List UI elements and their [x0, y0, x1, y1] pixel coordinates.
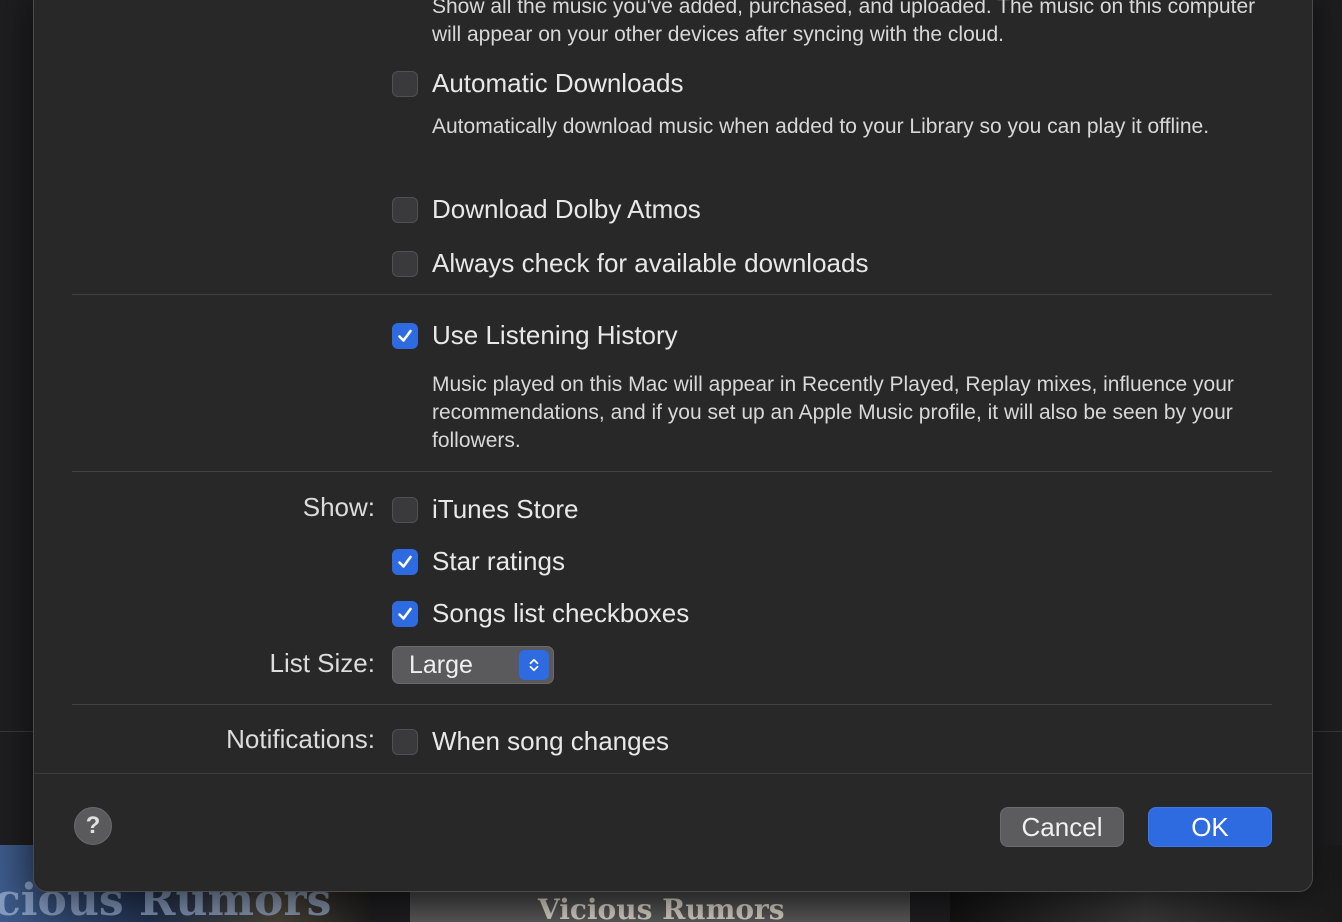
list-size-popup[interactable]: Large [392, 646, 554, 684]
dolby-atmos-checkbox[interactable] [392, 196, 418, 223]
automatic-downloads-option[interactable]: Automatic Downloads [392, 68, 683, 99]
footer-divider [34, 773, 1312, 774]
check-downloads-option[interactable]: Always check for available downloads [392, 248, 868, 279]
songs-checkboxes-label[interactable]: Songs list checkboxes [432, 598, 689, 629]
star-ratings-checkbox[interactable] [392, 548, 418, 575]
song-changes-label[interactable]: When song changes [432, 726, 669, 757]
question-mark-icon: ? [85, 812, 101, 839]
song-changes-option[interactable]: When song changes [392, 726, 669, 757]
dolby-atmos-label[interactable]: Download Dolby Atmos [432, 194, 701, 225]
sync-library-description: Show all the music you've added, purchas… [432, 0, 1256, 46]
itunes-store-checkbox[interactable] [392, 496, 418, 523]
checkmark-icon [398, 555, 412, 568]
checkmark-icon [398, 329, 412, 342]
cancel-button[interactable]: Cancel [1000, 807, 1124, 847]
list-size-label: List Size: [269, 648, 376, 678]
section-divider [72, 294, 1272, 295]
listening-history-option[interactable]: Use Listening History [392, 320, 678, 351]
check-downloads-label[interactable]: Always check for available downloads [432, 248, 868, 279]
general-preferences-sheet: Show all the music you've added, purchas… [33, 0, 1313, 892]
ok-button[interactable]: OK [1148, 807, 1272, 847]
list-size-value: Large [409, 650, 473, 679]
automatic-downloads-label[interactable]: Automatic Downloads [432, 68, 683, 99]
section-divider [72, 471, 1272, 472]
section-divider [72, 704, 1272, 705]
show-label: Show: [302, 492, 375, 522]
songs-checkboxes-checkbox[interactable] [392, 600, 418, 627]
itunes-store-label[interactable]: iTunes Store [432, 494, 578, 525]
star-ratings-option[interactable]: Star ratings [392, 546, 565, 577]
star-ratings-label[interactable]: Star ratings [432, 546, 565, 577]
dolby-atmos-option[interactable]: Download Dolby Atmos [392, 194, 701, 225]
itunes-store-option[interactable]: iTunes Store [392, 494, 578, 525]
songs-checkboxes-option[interactable]: Songs list checkboxes [392, 598, 689, 629]
song-changes-checkbox[interactable] [392, 728, 418, 755]
notifications-label: Notifications: [226, 724, 375, 754]
updown-chevron-icon [519, 650, 549, 680]
check-downloads-checkbox[interactable] [392, 250, 418, 277]
help-button[interactable]: ? [74, 807, 112, 845]
checkmark-icon [398, 607, 412, 620]
listening-history-description: Music played on this Mac will appear in … [432, 373, 1234, 452]
album-artwork-text: Vicious Rumors [538, 893, 785, 922]
listening-history-label[interactable]: Use Listening History [432, 320, 678, 351]
listening-history-checkbox[interactable] [392, 322, 418, 349]
automatic-downloads-checkbox[interactable] [392, 70, 418, 97]
automatic-downloads-description: Automatically download music when added … [432, 115, 1210, 138]
